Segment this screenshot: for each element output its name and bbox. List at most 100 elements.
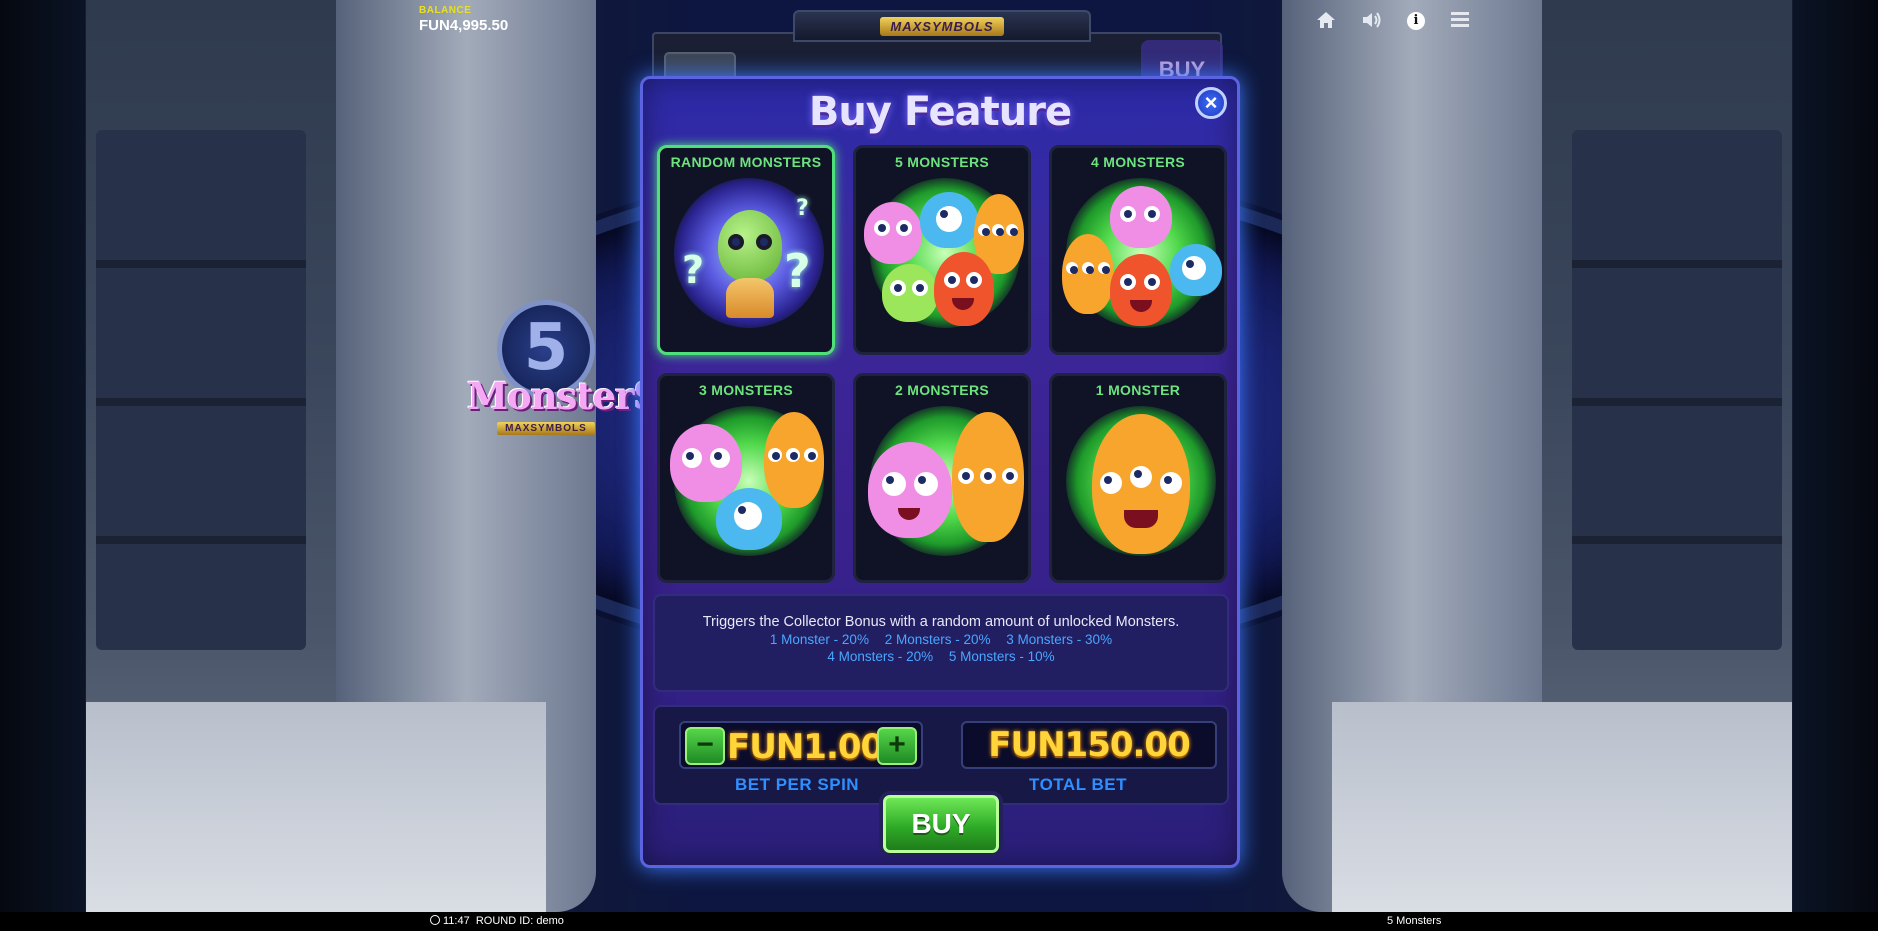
monster-eye [944, 272, 960, 288]
balance-value: FUN4,995.50 [419, 17, 509, 34]
monster-eye [992, 224, 1004, 236]
monster-eye [1144, 206, 1160, 222]
balance-display: BALANCE FUN4,995.50 [419, 5, 508, 34]
game-stage: BUY MAXSYMBOLS BALANCE FUN4,995.50 i 5 M… [0, 0, 1878, 931]
wall-panels [96, 130, 306, 650]
orange-monster-icon [764, 412, 824, 508]
hud-icon-bar: i [1315, 10, 1471, 32]
monster-eye [980, 468, 996, 484]
monster-eye [1098, 262, 1110, 274]
monster-eye [958, 468, 974, 484]
monster-eye [1160, 472, 1182, 494]
monster-mouth [1130, 300, 1152, 312]
alien-monster-icon [718, 210, 782, 282]
monster-eye [1066, 262, 1078, 274]
monster-eye [1082, 262, 1094, 274]
close-button[interactable]: × [1195, 87, 1227, 119]
clock-icon [430, 915, 440, 925]
monster-eye [1144, 274, 1160, 290]
logo-title: MonsterS [467, 374, 660, 418]
odds-item: 5 Monsters - 10% [948, 649, 1055, 664]
odds-line-1: 1 Monster - 20% 2 Monsters - 20% 3 Monst… [655, 632, 1227, 647]
monster-eye [1002, 468, 1018, 484]
blue-monster-icon [1170, 244, 1222, 296]
option-3-monsters[interactable]: 3 MONSTERS [657, 373, 835, 583]
maxsymbols-banner: MAXSYMBOLS [793, 10, 1091, 42]
red-monster-icon [934, 252, 994, 326]
option-5-monsters[interactable]: 5 MONSTERS [853, 145, 1031, 355]
question-mark-icon: ? [682, 248, 705, 292]
monster-eye [682, 448, 702, 468]
monster-eye [896, 220, 912, 236]
option-label: 3 MONSTERS [698, 382, 793, 398]
game-logo: 5 MonsterS MAXSYMBOLS [467, 300, 660, 436]
alien-body [726, 278, 774, 318]
feature-options-grid: RANDOM MONSTERS ? ? ? 5 MONSTERS 4 MONST… [657, 145, 1227, 583]
speaker-icon[interactable] [1361, 10, 1383, 32]
monster-mouth [952, 298, 974, 310]
decrease-bet-button[interactable]: − [685, 727, 725, 765]
orange-monster-icon [1062, 234, 1114, 314]
orange-monster-icon [952, 412, 1024, 542]
monster-eye [768, 448, 782, 462]
monster-eye [1100, 472, 1122, 494]
info-icon[interactable]: i [1407, 12, 1425, 30]
menu-icon[interactable] [1449, 10, 1471, 32]
maxsymbols-logo-text: MAXSYMBOLS [880, 16, 1004, 36]
buy-button[interactable]: BUY [883, 795, 999, 853]
footer-bar: 11:47 ROUND ID: demo 5 Monsters [0, 912, 1878, 931]
game-name: 5 Monsters [1387, 915, 1442, 927]
monster-mouth [898, 508, 920, 520]
option-label: 1 MONSTER [1095, 382, 1181, 398]
bet-panel: − FUN1.00 + FUN150.00 BET PER SPIN TOTAL… [653, 705, 1229, 805]
option-random-monsters[interactable]: RANDOM MONSTERS ? ? ? [657, 145, 835, 355]
pink-monster-icon [868, 442, 952, 538]
modal-title: Buy Feature [808, 89, 1072, 135]
monster-eye [882, 472, 906, 496]
bet-stepper: − FUN1.00 + [679, 721, 923, 769]
option-4-monsters[interactable]: 4 MONSTERS [1049, 145, 1227, 355]
buy-feature-modal: Buy Feature × RANDOM MONSTERS ? ? ? 5 MO… [640, 76, 1240, 868]
clock-time: 11:47 [443, 915, 470, 927]
monster-eye [914, 472, 938, 496]
option-label: 5 MONSTERS [894, 154, 989, 170]
total-bet-label: TOTAL BET [1029, 775, 1127, 794]
monster-eye [728, 234, 744, 250]
option-2-monsters[interactable]: 2 MONSTERS [853, 373, 1031, 583]
monster-eye [804, 448, 818, 462]
floor-left [86, 702, 546, 912]
option-label: 2 MONSTERS [894, 382, 989, 398]
monster-eye [786, 448, 800, 462]
green-monster-icon [882, 264, 938, 322]
footer-left: 11:47 ROUND ID: demo [430, 912, 564, 931]
round-id: ROUND ID: demo [475, 915, 564, 927]
blue-monster-icon [920, 192, 978, 248]
monster-eye [1006, 224, 1018, 236]
home-icon[interactable] [1315, 10, 1337, 32]
option-label: 4 MONSTERS [1090, 154, 1185, 170]
total-bet-value: FUN150.00 [961, 721, 1217, 769]
monster-eye [890, 280, 906, 296]
monster-eye [978, 224, 990, 236]
question-mark-icon: ? [796, 196, 809, 221]
increase-bet-button[interactable]: + [877, 727, 917, 765]
bet-per-spin-label: BET PER SPIN [735, 775, 860, 794]
odds-item: 1 Monster - 20% [769, 632, 869, 647]
bet-per-spin-value: FUN1.00 [727, 727, 884, 767]
monster-eye [1120, 206, 1136, 222]
description-text: Triggers the Collector Bonus with a rand… [702, 614, 1180, 630]
monster-eye [936, 206, 962, 232]
pink-monster-icon [1110, 186, 1172, 248]
wall-panels [1572, 130, 1782, 650]
logo-subtitle: MAXSYMBOLS [497, 422, 595, 435]
monster-eye [1130, 466, 1152, 488]
monster-mouth [1124, 510, 1158, 528]
monster-eye [1120, 274, 1136, 290]
balance-label: BALANCE [419, 5, 472, 16]
floor-right [1332, 702, 1792, 912]
monster-eye [710, 448, 730, 468]
option-1-monster[interactable]: 1 MONSTER [1049, 373, 1227, 583]
monster-eye [1182, 256, 1206, 280]
monster-eye [912, 280, 928, 296]
odds-item: 2 Monsters - 20% [884, 632, 991, 647]
